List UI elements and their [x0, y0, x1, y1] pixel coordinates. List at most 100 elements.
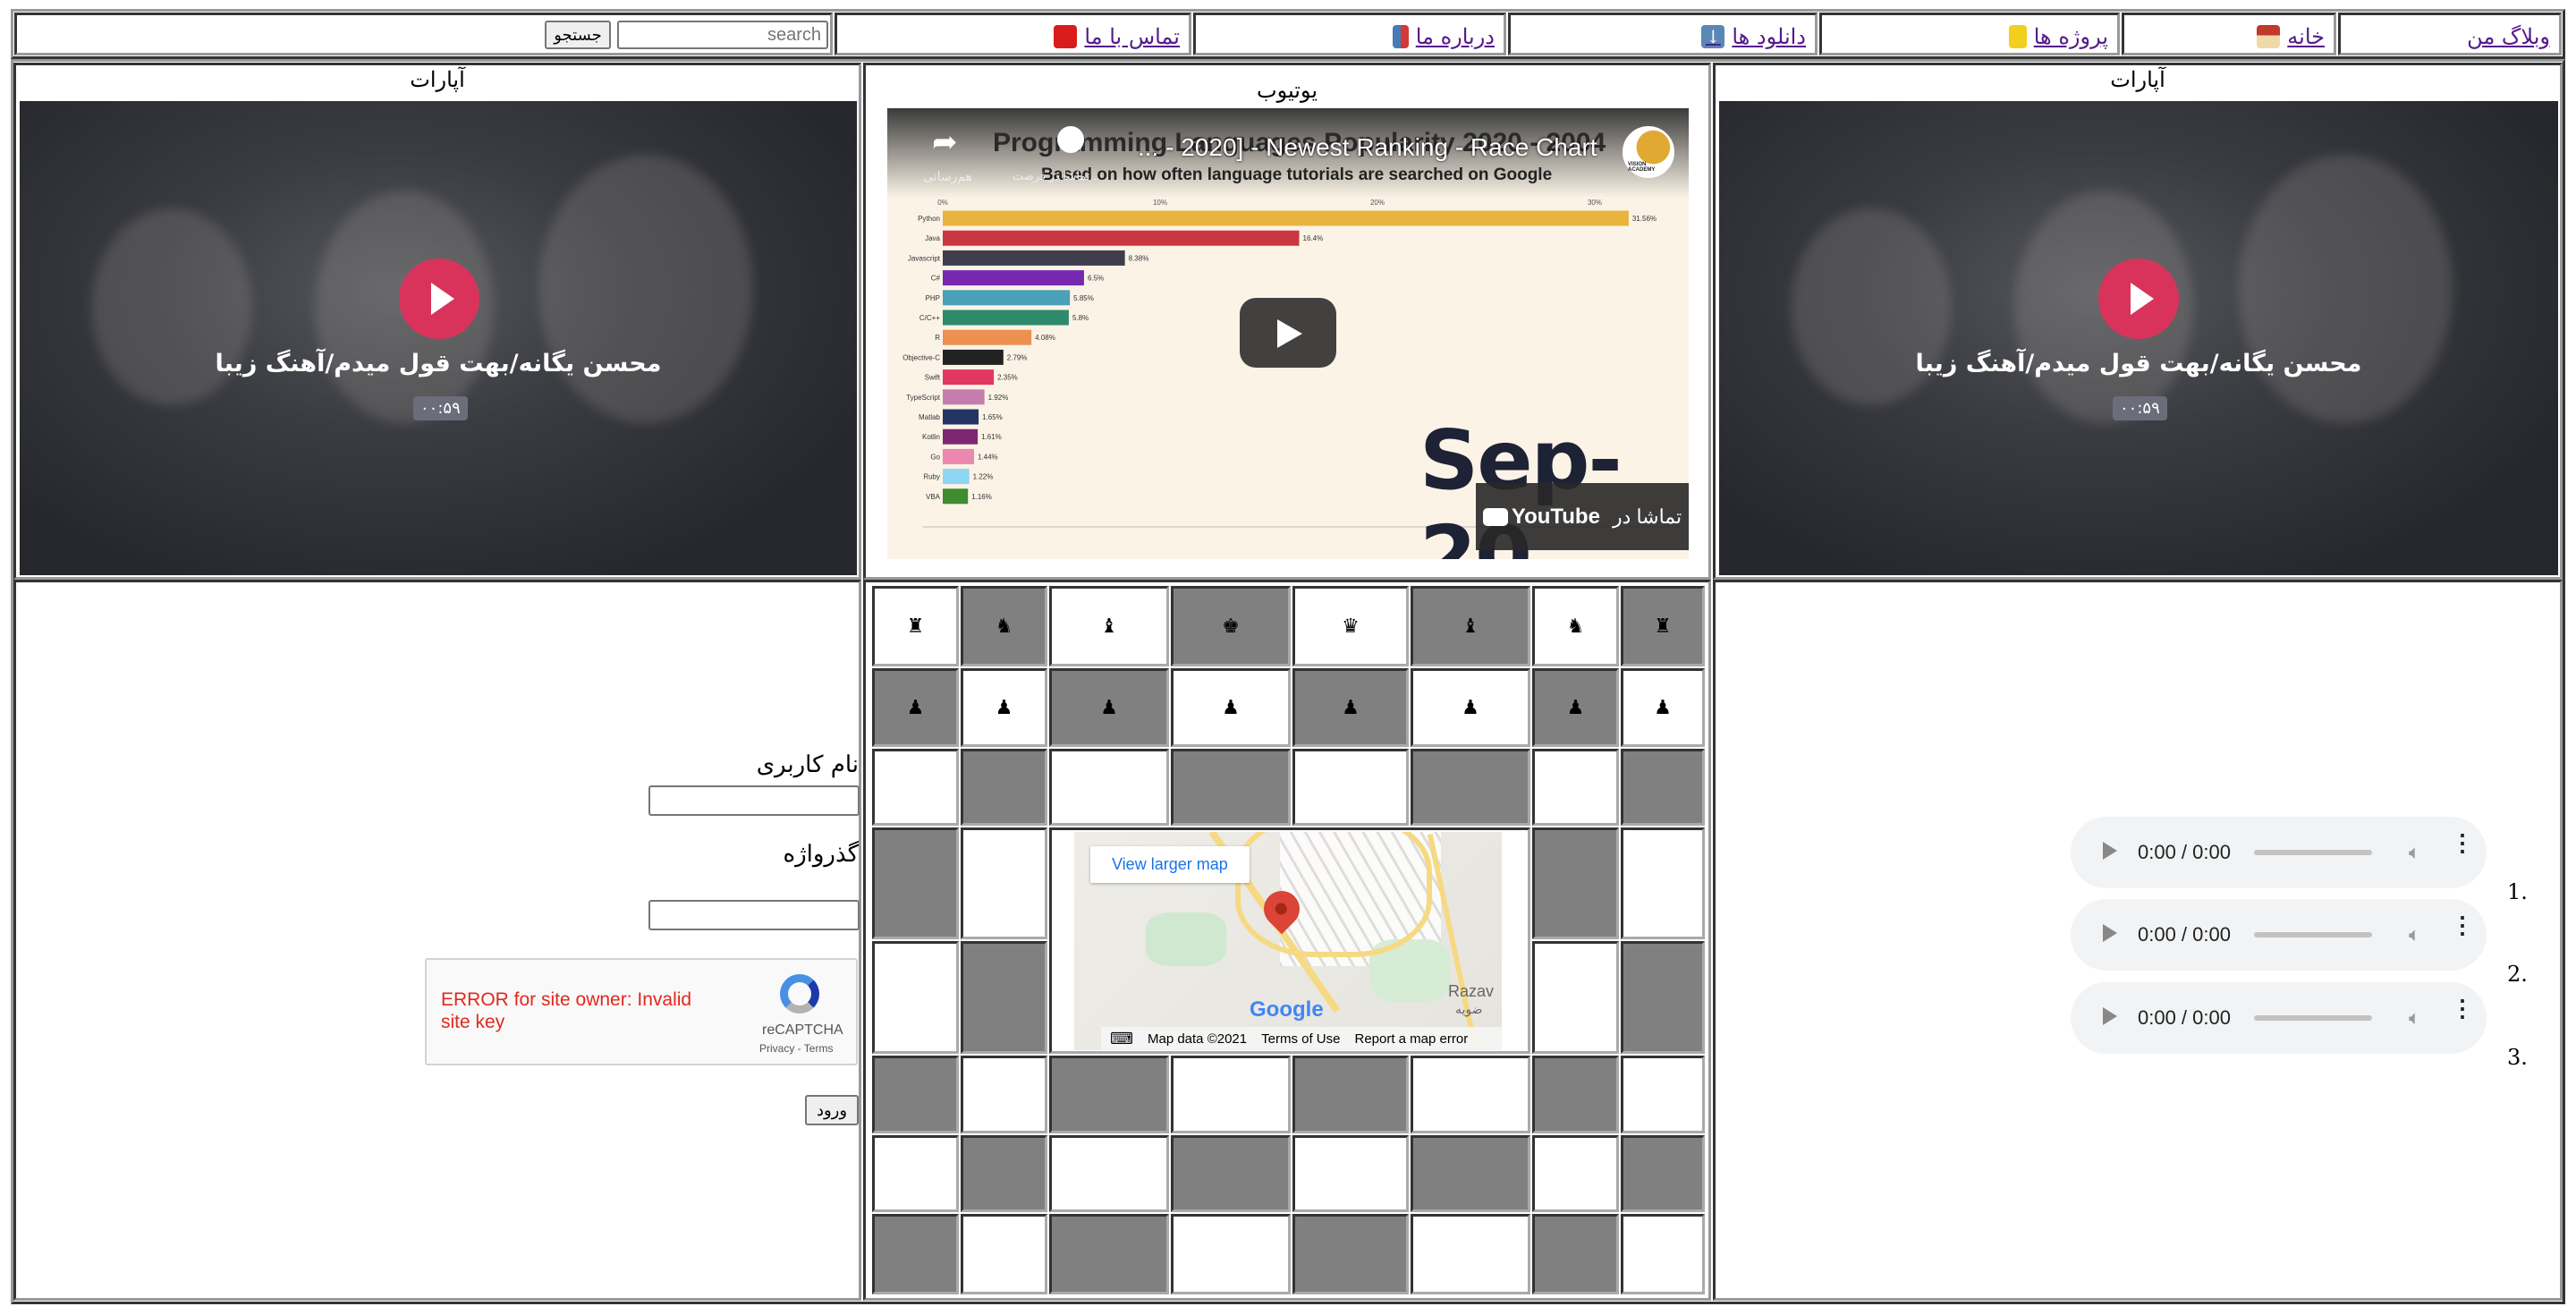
chess-square[interactable] [1411, 1214, 1530, 1294]
chess-square[interactable] [872, 941, 959, 1054]
chess-square[interactable] [872, 827, 959, 939]
chess-square[interactable]: ♟ [1171, 668, 1291, 747]
chess-square[interactable] [1532, 827, 1619, 939]
audio-player[interactable]: 0:00 / 0:00 🔈︎ ⋮ [2071, 899, 2487, 971]
play-icon[interactable] [2098, 259, 2179, 339]
chess-square[interactable] [1621, 1214, 1705, 1294]
chess-square[interactable] [1621, 1135, 1705, 1212]
nav-link-projects[interactable]: پروژه ها [2008, 24, 2108, 49]
nav-link-contact[interactable]: تماس با ما [1054, 24, 1180, 49]
chess-square[interactable]: ♟ [1621, 668, 1705, 747]
chess-square[interactable] [1411, 1135, 1530, 1212]
nav-link-home[interactable]: خانه [2257, 24, 2325, 49]
watch-on-youtube[interactable]: تماشا در YouTube [1476, 483, 1689, 550]
audio-progress-slider[interactable] [2254, 1015, 2372, 1021]
chess-square[interactable] [961, 827, 1047, 939]
chess-square[interactable] [961, 1056, 1047, 1133]
chess-square[interactable]: ♟ [1411, 668, 1530, 747]
chess-square[interactable]: ♜ [1621, 586, 1705, 666]
nav-link-blog[interactable]: وبلاگ من [2467, 24, 2550, 49]
chess-square[interactable]: ♟ [1532, 668, 1619, 747]
chess-square[interactable] [1049, 1214, 1169, 1294]
terms-link[interactable]: Terms [804, 1042, 834, 1055]
search-input[interactable] [617, 21, 828, 49]
privacy-link[interactable]: Privacy [759, 1042, 794, 1055]
chess-square[interactable] [961, 941, 1047, 1054]
chess-square[interactable] [1171, 1214, 1291, 1294]
username-input[interactable] [648, 785, 860, 816]
chess-square[interactable]: ♟ [961, 668, 1047, 747]
chess-square[interactable] [1411, 1056, 1530, 1133]
audio-progress-slider[interactable] [2254, 850, 2372, 855]
chess-square[interactable] [1049, 1135, 1169, 1212]
login-submit-button[interactable]: ورود [805, 1095, 859, 1125]
chess-square[interactable] [872, 1214, 959, 1294]
volume-icon[interactable]: 🔈︎ [2409, 925, 2428, 945]
chess-square[interactable] [1621, 749, 1705, 826]
chess-square[interactable] [1171, 749, 1291, 826]
play-icon[interactable] [399, 259, 479, 339]
chess-square[interactable] [872, 1056, 959, 1133]
bar-value-label: 5.8% [1072, 314, 1089, 322]
volume-icon[interactable]: 🔈︎ [2409, 1008, 2428, 1028]
chess-square[interactable] [1532, 941, 1619, 1054]
view-larger-map-link[interactable]: View larger map [1090, 846, 1250, 883]
chess-square[interactable]: ♝ [1411, 586, 1530, 666]
bar-value-label: 1.22% [973, 473, 994, 481]
place-label: Razav [1448, 982, 1495, 1000]
password-input[interactable] [648, 900, 860, 930]
chess-square[interactable] [1532, 1056, 1619, 1133]
chess-square[interactable] [1532, 1214, 1619, 1294]
aparat-video-right[interactable]: محسن یگانه/بهت قول میدم/آهنگ زیبا ۰۰:۵۹ [1719, 101, 2558, 575]
nav-link-about[interactable]: درباره ما [1392, 24, 1495, 49]
more-options-icon[interactable]: ⋮ [2451, 913, 2474, 937]
chess-square[interactable] [872, 749, 959, 826]
more-options-icon[interactable]: ⋮ [2451, 997, 2474, 1020]
chess-square[interactable] [1292, 1214, 1409, 1294]
keyboard-icon[interactable]: ⌨ [1110, 1030, 1133, 1048]
chess-square[interactable] [1532, 749, 1619, 826]
chess-square[interactable] [1621, 941, 1705, 1054]
chess-square[interactable]: ♟ [872, 668, 959, 747]
youtube-play-button[interactable] [1240, 298, 1336, 368]
chess-square[interactable] [1411, 749, 1530, 826]
volume-icon[interactable]: 🔈︎ [2409, 843, 2428, 862]
google-map[interactable]: View larger map Razav ضویه Google ⌨ Map … [1074, 832, 1502, 1050]
chess-square[interactable]: ♞ [1532, 586, 1619, 666]
chess-square[interactable]: ♜ [872, 586, 959, 666]
chess-square[interactable] [1621, 1056, 1705, 1133]
chess-square[interactable] [1292, 749, 1409, 826]
report-map-error-link[interactable]: Report a map error [1354, 1031, 1468, 1047]
chess-square[interactable] [1292, 1056, 1409, 1133]
play-icon[interactable] [2103, 924, 2117, 942]
chess-square[interactable]: ♞ [961, 586, 1047, 666]
chess-square[interactable]: ♟ [1049, 668, 1169, 747]
chess-square[interactable] [961, 1135, 1047, 1212]
chess-square[interactable]: ♛ [1292, 586, 1409, 666]
terms-of-use-link[interactable]: Terms of Use [1261, 1031, 1340, 1047]
chess-square[interactable] [1171, 1135, 1291, 1212]
audio-progress-slider[interactable] [2254, 932, 2372, 937]
more-options-icon[interactable]: ⋮ [2451, 831, 2474, 854]
chess-square[interactable] [872, 1135, 959, 1212]
chess-square[interactable] [1532, 1135, 1619, 1212]
play-icon[interactable] [2103, 842, 2117, 860]
chess-square[interactable]: ♟ [1292, 668, 1409, 747]
nav-link-downloads[interactable]: دانلود ها ↓ [1701, 24, 1806, 49]
youtube-embed[interactable]: Programming Languages Popularity 2020 - … [887, 108, 1689, 559]
chess-square[interactable] [1621, 827, 1705, 939]
nav-label: تماس با ما [1084, 24, 1180, 49]
chess-square[interactable]: ♚ [1171, 586, 1291, 666]
aparat-video-left[interactable]: محسن یگانه/بهت قول میدم/آهنگ زیبا ۰۰:۵۹ [20, 101, 857, 575]
search-button[interactable]: جستجو [545, 21, 611, 49]
audio-player[interactable]: 0:00 / 0:00 🔈︎ ⋮ [2071, 817, 2487, 888]
chess-square[interactable] [1049, 749, 1169, 826]
chess-square[interactable] [1292, 1135, 1409, 1212]
chess-square[interactable] [961, 1214, 1047, 1294]
audio-player[interactable]: 0:00 / 0:00 🔈︎ ⋮ [2071, 982, 2487, 1054]
play-icon[interactable] [2103, 1007, 2117, 1025]
chess-square[interactable] [1171, 1056, 1291, 1133]
chess-square[interactable] [961, 749, 1047, 826]
chess-square[interactable] [1049, 1056, 1169, 1133]
chess-square[interactable]: ♝ [1049, 586, 1169, 666]
